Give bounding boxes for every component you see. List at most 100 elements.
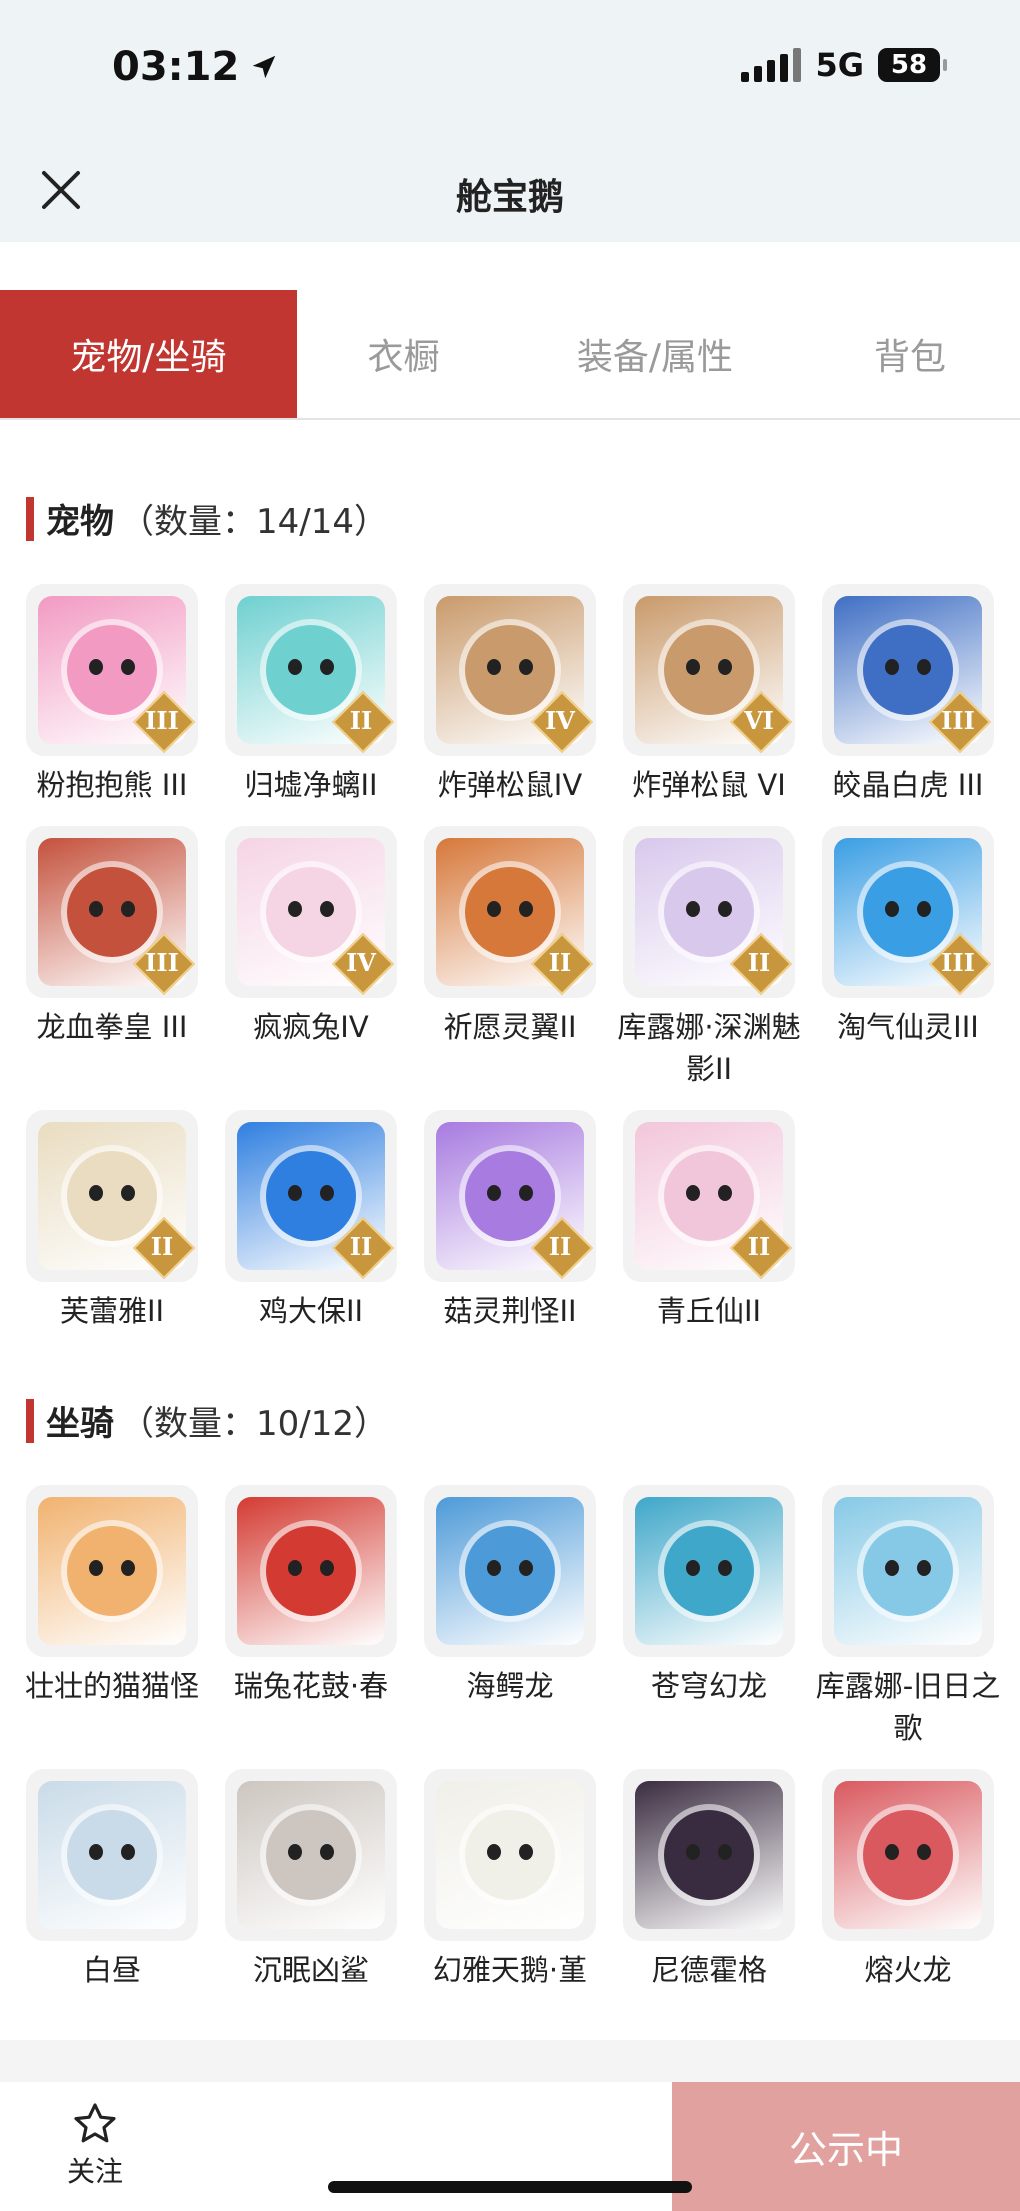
follow-label: 关注	[66, 2155, 123, 2188]
character-art	[436, 1781, 584, 1929]
rank-numeral: III	[941, 947, 975, 977]
mount-item[interactable]: 熔火龙	[822, 1769, 994, 1991]
rank-numeral: II	[548, 1231, 572, 1261]
item-name: 淘气仙灵III	[837, 1010, 979, 1044]
tab-equipment[interactable]: 装备/属性	[510, 290, 800, 418]
mount-item[interactable]: 尼德霍格	[623, 1769, 795, 1991]
location-arrow-icon	[253, 55, 276, 79]
item-thumbnail	[225, 1769, 397, 1941]
pet-item[interactable]: VI 炸弹松鼠 VI	[623, 584, 795, 806]
rank-badge: II	[132, 1216, 196, 1280]
home-indicator	[328, 2181, 692, 2193]
item-thumbnail: IV	[225, 826, 397, 998]
pet-item[interactable]: II 归墟净螭II	[225, 584, 397, 806]
item-thumbnail: III	[822, 584, 994, 756]
item-thumbnail: II	[225, 1110, 397, 1282]
character-art	[834, 1497, 982, 1645]
mount-item[interactable]: 苍穹幻龙	[623, 1485, 795, 1749]
mount-item[interactable]: 库露娜-旧日之歌	[816, 1485, 1000, 1749]
item-name: 疯疯兔IV	[253, 1010, 369, 1044]
status-right: 5G 58	[741, 46, 947, 84]
item-thumbnail: IV	[424, 584, 596, 756]
pet-item[interactable]: II 菇灵荆怪II	[424, 1110, 596, 1332]
signal-icon	[741, 48, 802, 82]
tab-backpack[interactable]: 背包	[800, 290, 1020, 418]
rank-badge: III	[928, 690, 992, 754]
item-name: 壮壮的猫猫怪	[24, 1669, 199, 1703]
rank-badge: II	[530, 1216, 594, 1280]
item-name: 沉眠凶鲨	[252, 1953, 369, 1987]
character-art	[237, 1781, 385, 1929]
character-art	[635, 1781, 783, 1929]
character-face	[664, 1810, 754, 1900]
pet-item[interactable]: IV 炸弹松鼠IV	[424, 584, 596, 806]
rank-badge: II	[331, 1216, 395, 1280]
character-face	[664, 1526, 754, 1616]
rank-numeral: II	[349, 1231, 373, 1261]
character-art	[635, 1497, 783, 1645]
pet-item[interactable]: III 淘气仙灵III	[822, 826, 994, 1090]
rank-numeral: II	[349, 705, 373, 735]
rank-numeral: II	[150, 1231, 174, 1261]
character-art	[834, 1781, 982, 1929]
mount-item[interactable]: 壮壮的猫猫怪	[25, 1485, 199, 1749]
follow-button[interactable]: 关注	[58, 2100, 132, 2190]
mount-item[interactable]: 白昼	[26, 1769, 198, 1991]
pet-item[interactable]: II 鸡大保II	[225, 1110, 397, 1332]
pet-item[interactable]: II 芙蕾雅II	[26, 1110, 198, 1332]
rank-badge: IV	[530, 690, 594, 754]
pet-item[interactable]: III 皎晶白虎 III	[822, 584, 994, 806]
section-accent-bar	[26, 1398, 34, 1443]
mount-item[interactable]: 沉眠凶鲨	[225, 1769, 397, 1991]
pet-item[interactable]: II 库露娜·深渊魅影II	[617, 826, 801, 1090]
character-art	[38, 1781, 186, 1929]
pet-item[interactable]: III 粉抱抱熊 III	[26, 584, 198, 806]
rank-numeral: III	[145, 705, 179, 735]
pet-item[interactable]: II 祈愿灵翼II	[424, 826, 596, 1090]
item-name: 炸弹松鼠IV	[437, 768, 583, 802]
character-face	[863, 1526, 953, 1616]
item-name: 尼德霍格	[650, 1953, 767, 1987]
mount-item[interactable]: 海鳄龙	[424, 1485, 596, 1749]
mount-item[interactable]: 瑞兔花鼓·春	[225, 1485, 397, 1749]
item-thumbnail: VI	[623, 584, 795, 756]
item-name: 粉抱抱熊 III	[36, 768, 188, 802]
character-face	[67, 1526, 157, 1616]
item-thumbnail	[822, 1769, 994, 1941]
status-time: 03:12	[112, 44, 279, 90]
mount-item[interactable]: 幻雅天鹅·堇	[424, 1769, 596, 1991]
rank-numeral: II	[548, 947, 572, 977]
rank-badge: III	[132, 690, 196, 754]
item-thumbnail: II	[26, 1110, 198, 1282]
footer-divider	[0, 2040, 1020, 2082]
pet-item[interactable]: II 青丘仙II	[623, 1110, 795, 1332]
rank-badge: II	[729, 1216, 793, 1280]
rank-badge: III	[132, 932, 196, 996]
mounts-grid: 壮壮的猫猫怪 瑞兔花鼓·春 海鳄龙 苍穹幻龙 库露娜-旧日之歌白昼 沉眠凶鲨 幻雅天鹅·堇 尼…	[25, 1485, 1000, 1991]
pet-item[interactable]: III 龙血拳皇 III	[26, 826, 198, 1090]
item-thumbnail: III	[26, 584, 198, 756]
item-thumbnail: III	[26, 826, 198, 998]
item-thumbnail	[424, 1769, 596, 1941]
rank-numeral: VI	[744, 705, 774, 735]
character-face	[67, 1810, 157, 1900]
item-thumbnail: II	[225, 584, 397, 756]
character-face	[465, 1810, 555, 1900]
page-title: 舱宝鹅	[455, 177, 564, 218]
item-name: 皎晶白虎 III	[832, 768, 984, 802]
item-name: 龙血拳皇 III	[36, 1010, 188, 1044]
tab-pets-mounts[interactable]: 宠物/坐骑	[0, 290, 297, 418]
mounts-section-title: 坐骑 （数量：10/12）	[26, 1396, 388, 1445]
rank-badge: II	[530, 932, 594, 996]
item-thumbnail: II	[623, 1110, 795, 1282]
pets-section-title: 宠物 （数量：14/14）	[26, 494, 388, 543]
tab-wardrobe[interactable]: 衣橱	[297, 290, 510, 418]
star-icon	[74, 2103, 116, 2143]
character-face	[266, 1810, 356, 1900]
item-name: 瑞兔花鼓·春	[233, 1669, 389, 1703]
rank-numeral: II	[747, 1231, 771, 1261]
item-name: 苍穹幻龙	[650, 1669, 767, 1703]
public-status-button[interactable]: 公示中	[672, 2082, 1020, 2211]
pet-item[interactable]: IV 疯疯兔IV	[225, 826, 397, 1090]
item-thumbnail: III	[822, 826, 994, 998]
